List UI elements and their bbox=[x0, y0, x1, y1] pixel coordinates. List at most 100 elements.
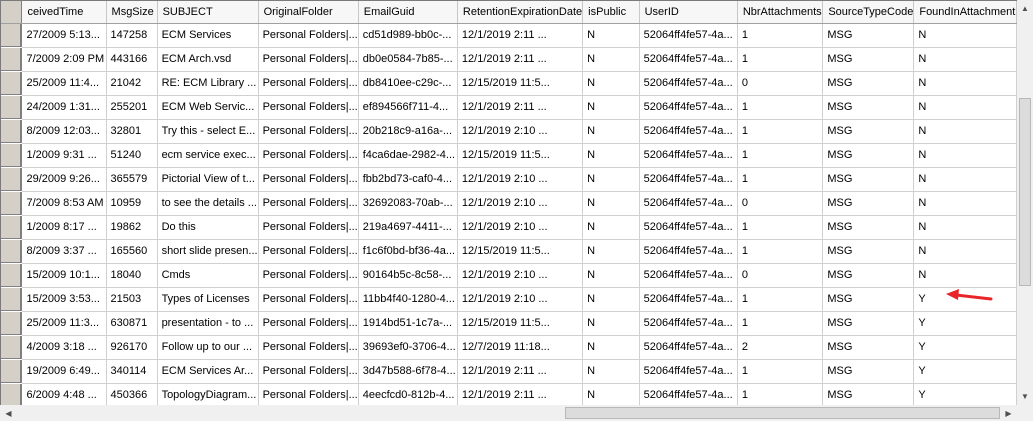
grid-cell[interactable]: 219a4697-4411-... bbox=[358, 215, 458, 240]
table-row[interactable]: 1/2009 9:31 ... 51240 ecm service exec... P… bbox=[1, 143, 1017, 168]
grid-cell[interactable]: 1 bbox=[737, 47, 824, 72]
grid-cell[interactable]: N bbox=[582, 119, 640, 144]
grid-cell[interactable]: TopologyDiagram... bbox=[157, 383, 259, 405]
grid-cell[interactable]: N bbox=[913, 47, 1017, 72]
grid-cell[interactable]: 39693ef0-3706-4... bbox=[358, 335, 458, 360]
grid-cell[interactable]: MSG bbox=[822, 23, 915, 48]
grid-cell[interactable]: 90164b5c-8c58-... bbox=[358, 263, 458, 288]
grid-cell[interactable]: MSG bbox=[822, 335, 915, 360]
grid-cell[interactable]: N bbox=[913, 95, 1017, 120]
grid-cell[interactable]: cd51d989-bb0c-... bbox=[358, 23, 458, 48]
grid-cell[interactable]: 21503 bbox=[106, 287, 158, 312]
grid-cell[interactable]: fbb2bd73-caf0-4... bbox=[358, 167, 458, 192]
table-row[interactable]: 25/2009 11:4... 21042 RE: ECM Library ... P… bbox=[1, 71, 1017, 96]
grid-cell[interactable]: Y bbox=[913, 311, 1017, 336]
grid-cell[interactable]: 12/1/2019 2:10 ... bbox=[457, 167, 584, 192]
grid-cell[interactable]: N bbox=[913, 215, 1017, 240]
scroll-left-button[interactable]: ◀ bbox=[0, 405, 17, 421]
grid-cell[interactable]: MSG bbox=[822, 263, 915, 288]
grid-cell[interactable]: 1/2009 8:17 ... bbox=[21, 215, 107, 240]
grid-cell[interactable]: MSG bbox=[822, 287, 915, 312]
grid-cell[interactable]: N bbox=[913, 119, 1017, 144]
grid-cell[interactable]: Try this - select E... bbox=[157, 119, 259, 144]
grid-cell[interactable]: 365579 bbox=[106, 167, 158, 192]
table-row[interactable]: 1/2009 8:17 ... 19862 Do this Personal Fold… bbox=[1, 215, 1017, 240]
grid-cell[interactable]: 4eecfcd0-812b-4... bbox=[358, 383, 458, 405]
grid-cell[interactable]: Y bbox=[913, 335, 1017, 360]
grid-cell[interactable]: Personal Folders|... bbox=[258, 47, 359, 72]
grid-cell[interactable]: N bbox=[582, 47, 640, 72]
grid-cell[interactable]: MSG bbox=[822, 167, 915, 192]
row-header[interactable] bbox=[1, 23, 23, 48]
grid-cell[interactable]: 52064ff4fe57-4a... bbox=[639, 263, 738, 288]
scroll-down-button[interactable]: ▼ bbox=[1017, 388, 1033, 405]
column-header[interactable]: SUBJECT bbox=[157, 1, 259, 24]
grid-cell[interactable]: 52064ff4fe57-4a... bbox=[639, 215, 738, 240]
table-row[interactable]: 7/2009 2:09 PM 443166 ECM Arch.vsd Personal… bbox=[1, 47, 1017, 72]
grid-cell[interactable]: 12/15/2019 11:5... bbox=[457, 71, 584, 96]
grid-cell[interactable]: Personal Folders|... bbox=[258, 23, 359, 48]
grid-cell[interactable]: 8/2009 3:37 ... bbox=[21, 239, 107, 264]
grid-cell[interactable]: 52064ff4fe57-4a... bbox=[639, 359, 738, 384]
row-header[interactable] bbox=[1, 359, 23, 384]
column-header[interactable]: RetentionExpirationDate bbox=[457, 1, 584, 24]
grid-cell[interactable]: Pictorial View of t... bbox=[157, 167, 259, 192]
grid-cell[interactable]: Personal Folders|... bbox=[258, 263, 359, 288]
row-header[interactable] bbox=[1, 95, 23, 120]
grid-cell[interactable]: ecm service exec... bbox=[157, 143, 259, 168]
grid-cell[interactable]: ECM Services Ar... bbox=[157, 359, 259, 384]
grid-cell[interactable]: 12/1/2019 2:10 ... bbox=[457, 263, 584, 288]
grid-cell[interactable]: ECM Services bbox=[157, 23, 259, 48]
grid-cell[interactable]: 450366 bbox=[106, 383, 158, 405]
grid-cell[interactable]: N bbox=[582, 191, 640, 216]
grid-cell[interactable]: 12/1/2019 2:11 ... bbox=[457, 95, 584, 120]
table-row[interactable]: 7/2009 8:53 AM 10959 to see the details ..… bbox=[1, 191, 1017, 216]
grid-cell[interactable]: N bbox=[582, 23, 640, 48]
grid-cell[interactable]: 25/2009 11:4... bbox=[21, 71, 107, 96]
row-header[interactable] bbox=[1, 287, 23, 312]
column-header[interactable]: MsgSize bbox=[106, 1, 158, 24]
grid-cell[interactable]: N bbox=[582, 263, 640, 288]
grid-cell[interactable]: 29/2009 9:26... bbox=[21, 167, 107, 192]
grid-cell[interactable]: N bbox=[582, 71, 640, 96]
grid-cell[interactable]: Y bbox=[913, 383, 1017, 405]
grid-cell[interactable]: Personal Folders|... bbox=[258, 167, 359, 192]
vertical-scroll-thumb[interactable] bbox=[1019, 98, 1031, 286]
row-header[interactable] bbox=[1, 215, 23, 240]
grid-cell[interactable]: N bbox=[913, 167, 1017, 192]
grid-cell[interactable]: N bbox=[582, 335, 640, 360]
grid-cell[interactable]: 52064ff4fe57-4a... bbox=[639, 239, 738, 264]
grid-cell[interactable]: 52064ff4fe57-4a... bbox=[639, 47, 738, 72]
grid-cell[interactable]: MSG bbox=[822, 47, 915, 72]
grid-cell[interactable]: f1c6f0bd-bf36-4a... bbox=[358, 239, 458, 264]
table-row[interactable]: 15/2009 3:53... 21503 Types of Licenses Per… bbox=[1, 287, 1017, 312]
grid-cell[interactable]: f4ca6dae-2982-4... bbox=[358, 143, 458, 168]
grid-cell[interactable]: MSG bbox=[822, 215, 915, 240]
grid-cell[interactable]: 12/1/2019 2:10 ... bbox=[457, 191, 584, 216]
grid-cell[interactable]: 10959 bbox=[106, 191, 158, 216]
grid-cell[interactable]: 19862 bbox=[106, 215, 158, 240]
grid-cell[interactable]: 52064ff4fe57-4a... bbox=[639, 71, 738, 96]
grid-cell[interactable]: 1/2009 9:31 ... bbox=[21, 143, 107, 168]
column-header[interactable]: EmailGuid bbox=[358, 1, 458, 24]
grid-cell[interactable]: N bbox=[582, 287, 640, 312]
grid-cell[interactable]: 12/15/2019 11:5... bbox=[457, 239, 584, 264]
grid-cell[interactable]: N bbox=[913, 263, 1017, 288]
grid-cell[interactable]: ef894566f711-4... bbox=[358, 95, 458, 120]
grid-cell[interactable]: N bbox=[913, 23, 1017, 48]
table-row[interactable]: 4/2009 3:18 ... 926170 Follow up to our ..… bbox=[1, 335, 1017, 360]
column-header[interactable]: ceivedTime bbox=[21, 1, 107, 24]
grid-cell[interactable]: 20b218c9-a16a-... bbox=[358, 119, 458, 144]
grid-cell[interactable]: MSG bbox=[822, 359, 915, 384]
grid-cell[interactable]: 1 bbox=[737, 215, 824, 240]
grid-cell[interactable]: ECM Arch.vsd bbox=[157, 47, 259, 72]
grid-cell[interactable]: 52064ff4fe57-4a... bbox=[639, 167, 738, 192]
grid-cell[interactable]: Personal Folders|... bbox=[258, 383, 359, 405]
grid-cell[interactable]: 32692083-70ab-... bbox=[358, 191, 458, 216]
grid-cell[interactable]: 147258 bbox=[106, 23, 158, 48]
scroll-up-button[interactable]: ▲ bbox=[1017, 0, 1033, 17]
grid-cell[interactable]: 12/1/2019 2:10 ... bbox=[457, 215, 584, 240]
column-header[interactable]: isPublic bbox=[582, 1, 640, 24]
grid-cell[interactable]: N bbox=[913, 143, 1017, 168]
grid-cell[interactable]: N bbox=[582, 359, 640, 384]
